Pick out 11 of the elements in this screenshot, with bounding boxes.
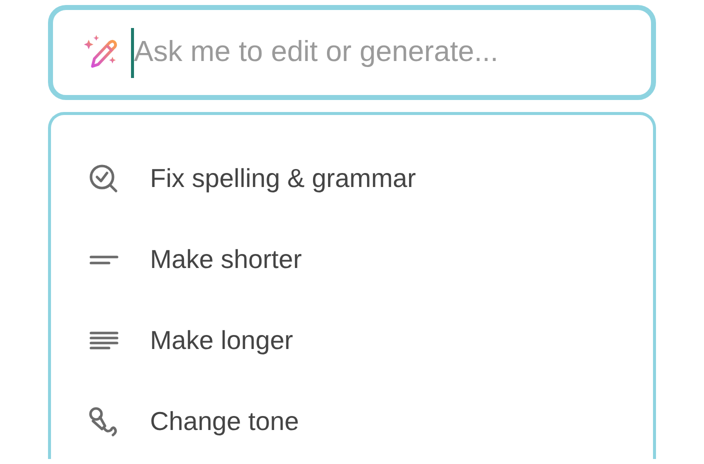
short-text-icon xyxy=(88,254,120,264)
microphone-icon xyxy=(88,406,120,438)
menu-item[interactable]: Make longer xyxy=(51,300,653,381)
menu-item[interactable]: Fix spelling & grammar xyxy=(51,138,653,219)
text-cursor xyxy=(131,28,134,78)
long-text-icon xyxy=(88,331,120,350)
prompt-field[interactable]: Ask me to edit or generate... xyxy=(48,5,656,100)
menu-item[interactable]: Make shorter xyxy=(51,219,653,300)
menu-item[interactable]: Change tone xyxy=(51,381,653,462)
check-search-icon xyxy=(88,162,120,194)
prompt-input[interactable]: Ask me to edit or generate... xyxy=(134,30,621,74)
